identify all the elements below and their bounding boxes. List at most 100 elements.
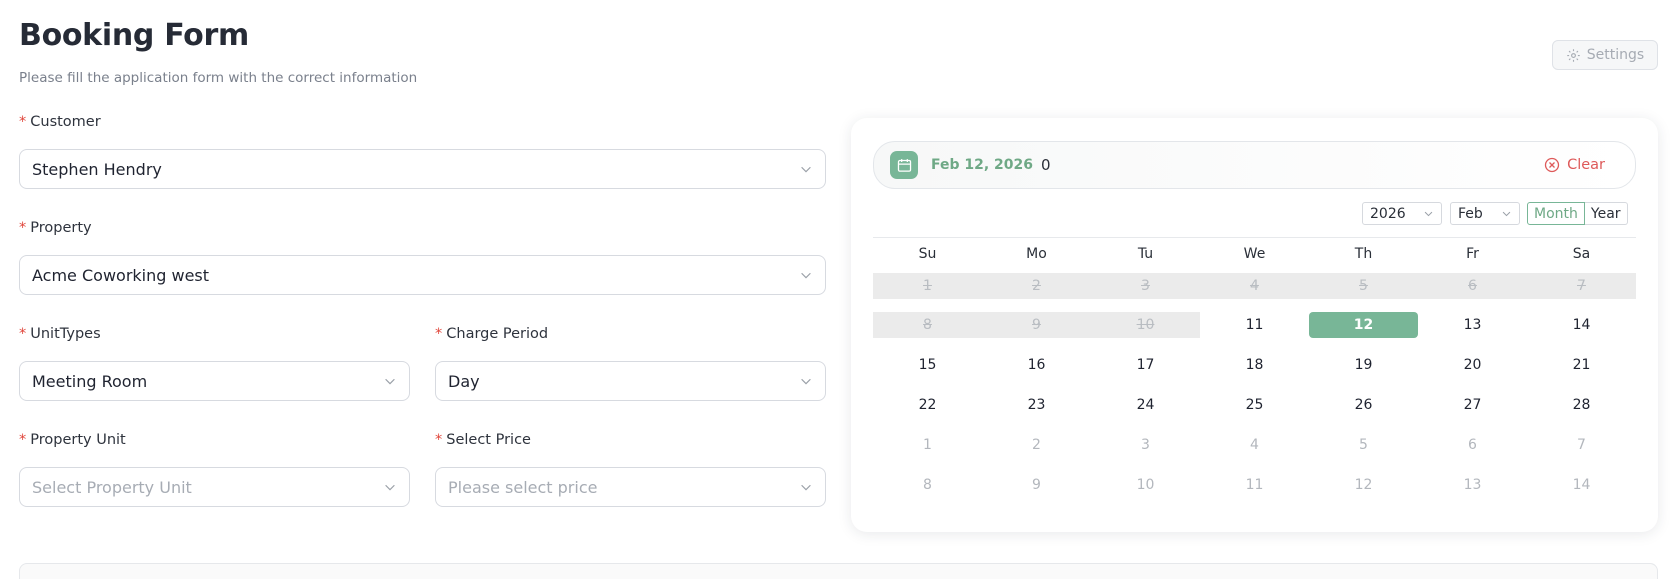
- required-mark: *: [435, 326, 443, 342]
- select-price-select[interactable]: Please select price: [435, 467, 826, 507]
- year-select-value: 2026: [1370, 205, 1406, 222]
- calendar-day-next-month[interactable]: 8: [873, 472, 982, 498]
- calendar-day[interactable]: 17: [1091, 352, 1200, 378]
- calendar-day-disabled: 8: [873, 312, 982, 338]
- calendar-day[interactable]: 11: [1200, 312, 1309, 338]
- property-value: Acme Coworking west: [32, 265, 210, 285]
- unit-types-select[interactable]: Meeting Room: [19, 361, 410, 401]
- calendar-day-next-month[interactable]: 13: [1418, 472, 1527, 498]
- calendar-day-disabled: 9: [982, 312, 1091, 338]
- calendar-day-disabled: 7: [1527, 273, 1636, 299]
- year-select[interactable]: 2026: [1362, 202, 1442, 225]
- settings-button[interactable]: Settings: [1552, 40, 1658, 70]
- calendar-day-next-month[interactable]: 1: [873, 432, 982, 458]
- chevron-down-icon: [801, 378, 811, 385]
- chevron-down-icon: [385, 484, 395, 491]
- calendar-day-selected[interactable]: 12: [1309, 312, 1418, 338]
- weekday: Sa: [1572, 246, 1591, 262]
- unit-types-label: * UnitTypes: [19, 326, 101, 342]
- calendar-day-disabled: 10: [1091, 312, 1200, 338]
- calendar-week: 22 23 24 25 26 27 28: [873, 392, 1636, 418]
- calendar-day-disabled: 4: [1200, 273, 1309, 299]
- unit-types-value: Meeting Room: [32, 371, 148, 391]
- selected-date: Feb 12, 2026: [931, 157, 1034, 173]
- required-mark: *: [19, 326, 27, 342]
- calendar-day-next-month[interactable]: 12: [1309, 472, 1418, 498]
- calendar-day[interactable]: 20: [1418, 352, 1527, 378]
- calendar-day[interactable]: 26: [1309, 392, 1418, 418]
- calendar-day[interactable]: 14: [1527, 312, 1636, 338]
- calendar-day-next-month[interactable]: 6: [1418, 432, 1527, 458]
- mode-month-button[interactable]: Month: [1527, 202, 1585, 225]
- weekday: Mo: [1026, 246, 1047, 262]
- calendar-week: 15 16 17 18 19 20 21: [873, 352, 1636, 378]
- calendar-day-next-month[interactable]: 2: [982, 432, 1091, 458]
- close-circle-icon: [1544, 157, 1560, 173]
- property-select[interactable]: Acme Coworking west: [19, 255, 826, 295]
- calendar-week: 1 2 3 4 5 6 7: [873, 432, 1636, 458]
- calendar-day[interactable]: 28: [1527, 392, 1636, 418]
- calendar-day[interactable]: 18: [1200, 352, 1309, 378]
- chevron-down-icon: [1424, 211, 1433, 217]
- clear-button[interactable]: Clear: [1544, 157, 1605, 173]
- calendar-day[interactable]: 22: [873, 392, 982, 418]
- calendar-day[interactable]: 13: [1418, 312, 1527, 338]
- weekday: We: [1243, 246, 1266, 262]
- calendar-day-next-month[interactable]: 14: [1527, 472, 1636, 498]
- mode-toggle: Month Year: [1527, 202, 1628, 225]
- customer-label: * Customer: [19, 114, 101, 130]
- weekday: Fr: [1466, 246, 1479, 262]
- gear-icon: [1567, 48, 1580, 62]
- chevron-down-icon: [801, 166, 811, 173]
- calendar-day[interactable]: 25: [1200, 392, 1309, 418]
- weekday-header: Su Mo Tu We Th Fr Sa: [873, 240, 1636, 268]
- calendar-day[interactable]: 21: [1527, 352, 1636, 378]
- weekday: Th: [1354, 246, 1373, 262]
- chevron-down-icon: [1502, 211, 1511, 217]
- month-select[interactable]: Feb: [1450, 202, 1520, 225]
- calendar-day[interactable]: 27: [1418, 392, 1527, 418]
- customer-select[interactable]: Stephen Hendry: [19, 149, 826, 189]
- property-label: * Property: [19, 220, 92, 236]
- calendar-day-next-month[interactable]: 11: [1200, 472, 1309, 498]
- page-title: Booking Form: [19, 18, 249, 53]
- required-mark: *: [435, 432, 443, 448]
- calendar-week: 8 9 10 11 12 13 14: [873, 472, 1636, 498]
- bottom-panel: [19, 563, 1658, 579]
- calendar-day[interactable]: 15: [873, 352, 982, 378]
- calendar-day-next-month[interactable]: 5: [1309, 432, 1418, 458]
- mode-year-button[interactable]: Year: [1584, 202, 1628, 225]
- calendar-day-next-month[interactable]: 10: [1091, 472, 1200, 498]
- selected-count: 0: [1041, 156, 1051, 174]
- chevron-down-icon: [801, 272, 811, 279]
- select-price-placeholder: Please select price: [448, 477, 598, 497]
- calendar-day-disabled: 3: [1091, 273, 1200, 299]
- property-unit-placeholder: Select Property Unit: [32, 477, 192, 497]
- select-price-label: * Select Price: [435, 432, 531, 448]
- calendar-week: 8 9 10 11 12 13 14: [873, 312, 1636, 338]
- weekday: Su: [918, 246, 937, 262]
- clear-button-label: Clear: [1567, 157, 1605, 173]
- calendar-day[interactable]: 16: [982, 352, 1091, 378]
- calendar-card: Feb 12, 2026 0 Clear 2026 Feb Month Year…: [851, 118, 1658, 532]
- chevron-down-icon: [385, 378, 395, 385]
- calendar-day[interactable]: 24: [1091, 392, 1200, 418]
- charge-period-value: Day: [448, 371, 480, 391]
- property-unit-select[interactable]: Select Property Unit: [19, 467, 410, 507]
- calendar-day-next-month[interactable]: 3: [1091, 432, 1200, 458]
- customer-value: Stephen Hendry: [32, 159, 162, 179]
- calendar-badge: [890, 151, 918, 179]
- calendar-day-next-month[interactable]: 9: [982, 472, 1091, 498]
- calendar-day[interactable]: 23: [982, 392, 1091, 418]
- calendar-day-next-month[interactable]: 4: [1200, 432, 1309, 458]
- page-subtitle: Please fill the application form with th…: [19, 70, 418, 86]
- calendar-day[interactable]: 19: [1309, 352, 1418, 378]
- chevron-down-icon: [801, 484, 811, 491]
- settings-button-label: Settings: [1586, 47, 1645, 63]
- charge-period-select[interactable]: Day: [435, 361, 826, 401]
- calendar-day-next-month[interactable]: 7: [1527, 432, 1636, 458]
- calendar-icon: [897, 158, 911, 172]
- calendar-week: 1 2 3 4 5 6 7: [873, 273, 1636, 299]
- calendar-divider: [873, 237, 1636, 238]
- calendar-day-disabled: 1: [873, 273, 982, 299]
